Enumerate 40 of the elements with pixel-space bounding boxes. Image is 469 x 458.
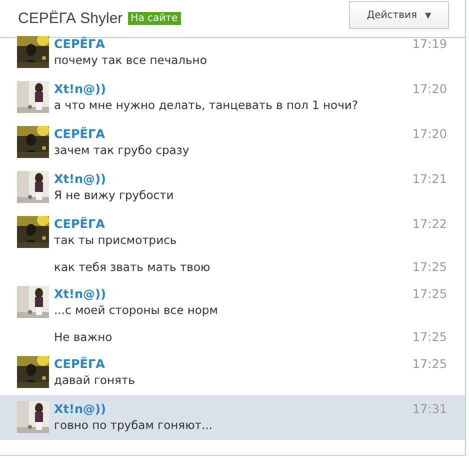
- sender-name[interactable]: СЕРЁГА: [54, 216, 412, 232]
- message-text: Я не вижу грубости: [54, 187, 175, 204]
- sender-name[interactable]: СЕРЁГА: [54, 36, 412, 52]
- sender-name[interactable]: Xt!n@)): [54, 286, 412, 302]
- message-row[interactable]: СЕРЁГА 17:19 почему так все печально: [0, 30, 465, 75]
- message-text: как тебя звать мать твою: [54, 259, 212, 276]
- message-time: 17:25: [412, 356, 447, 372]
- message-time: 17:20: [412, 81, 447, 97]
- message-text: Не важно: [54, 329, 114, 346]
- message-text: почему так все печально: [54, 52, 208, 69]
- message-time: 17:31: [412, 401, 447, 417]
- message-row[interactable]: СЕРЁГА 17:25 давай гонять: [0, 350, 465, 395]
- message-text: зачем так грубо сразу: [54, 142, 190, 159]
- sender-name[interactable]: Xt!n@)): [54, 171, 412, 187]
- message-text: а что мне нужно делать, танцевать в пол 1 ночи?: [54, 97, 359, 114]
- message-time: 17:20: [412, 126, 447, 142]
- contact-name: СЕРЁГА Shyler: [18, 10, 123, 27]
- message-row[interactable]: Xt!n@)) 17:21 Я не вижу грубости: [0, 165, 465, 210]
- message-row[interactable]: Xt!n@)) 17:31 говно по трубам гоняют...: [0, 395, 465, 440]
- sender-name[interactable]: Xt!n@)): [54, 81, 412, 97]
- message-text: давай гонять: [54, 372, 136, 389]
- message-time: 17:25: [412, 286, 447, 302]
- message-row[interactable]: Не важно 17:25: [0, 325, 465, 350]
- actions-button[interactable]: Действия ▼: [349, 1, 449, 29]
- message-text: говно по трубам гоняют...: [54, 417, 214, 434]
- message-text: так ты присмотрись: [54, 232, 178, 249]
- message-time: 17:22: [412, 216, 447, 232]
- sender-name[interactable]: СЕРЁГА: [54, 356, 412, 372]
- message-text: ...с моей стороны все норм: [54, 302, 219, 319]
- message-time: 17:25: [412, 259, 447, 276]
- message-row[interactable]: СЕРЁГА 17:22 так ты присмотрись: [0, 210, 465, 255]
- message-time: 17:21: [412, 171, 447, 187]
- message-time: 17:19: [412, 36, 447, 52]
- message-row[interactable]: как тебя звать мать твою 17:25: [0, 255, 465, 280]
- online-badge: На сайте: [128, 12, 181, 25]
- sender-name[interactable]: СЕРЁГА: [54, 126, 412, 142]
- message-time: 17:25: [412, 329, 447, 346]
- message-row[interactable]: Xt!n@)) 17:20 а что мне нужно делать, танцевать в пол 1 ночи?: [0, 75, 465, 120]
- message-row[interactable]: Xt!n@)) 17:25 ...с моей стороны все норм: [0, 280, 465, 325]
- message-row[interactable]: СЕРЁГА 17:20 зачем так грубо сразу: [0, 120, 465, 165]
